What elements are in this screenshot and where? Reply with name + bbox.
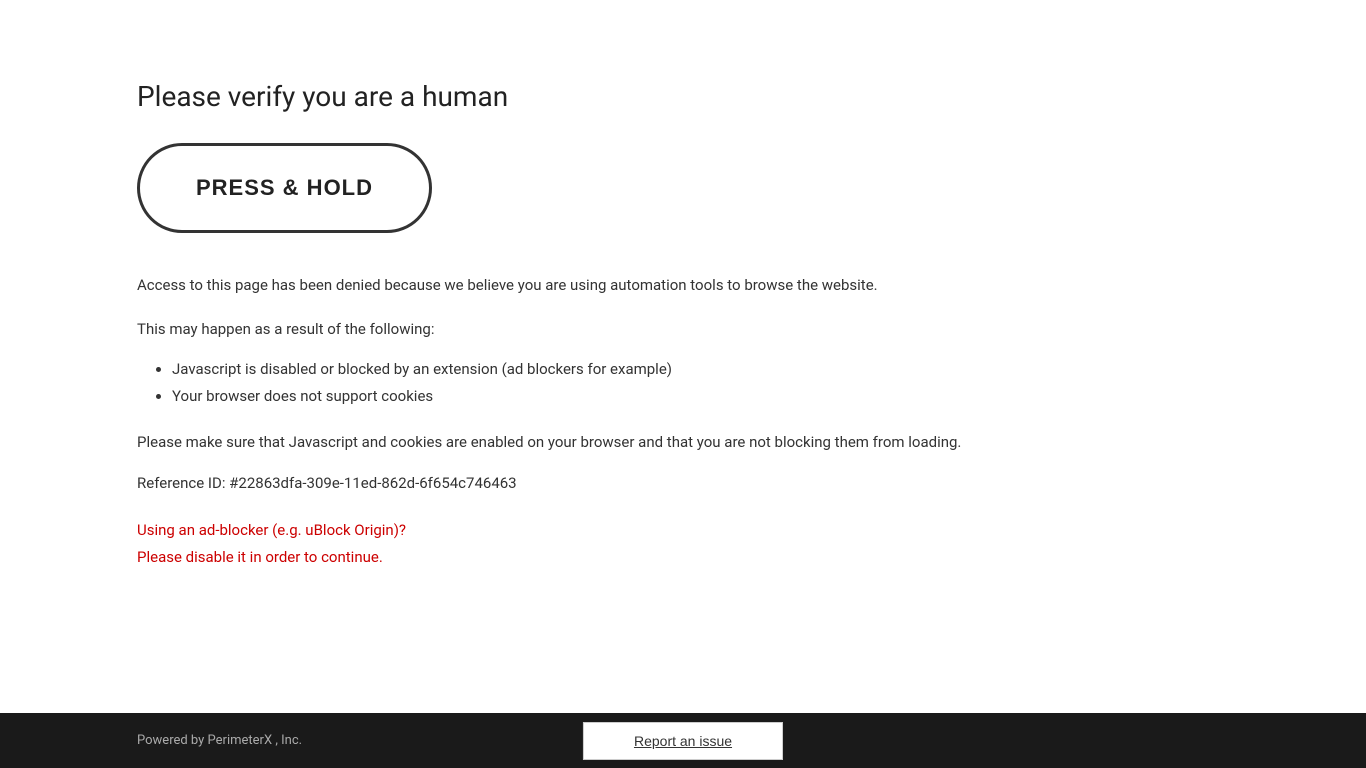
footer: Powered by PerimeterX , Inc. Report an i… bbox=[0, 713, 1366, 768]
press-hold-button[interactable]: PRESS & HOLD bbox=[137, 143, 432, 233]
make-sure-text: Please make sure that Javascript and coo… bbox=[137, 430, 1037, 454]
reference-id: Reference ID: #22863dfa-309e-11ed-862d-6… bbox=[137, 474, 1366, 492]
footer-powered-by: Powered by PerimeterX , Inc. bbox=[0, 733, 302, 748]
adblocker-line1: Using an ad-blocker (e.g. uBlock Origin)… bbox=[137, 517, 1366, 544]
reason-javascript: Javascript is disabled or blocked by an … bbox=[172, 356, 1366, 383]
report-issue-button[interactable]: Report an issue bbox=[583, 722, 783, 760]
may-happen-text: This may happen as a result of the follo… bbox=[137, 317, 937, 341]
main-content: Please verify you are a human PRESS & HO… bbox=[0, 0, 1366, 713]
description-text: Access to this page has been denied beca… bbox=[137, 273, 937, 297]
reasons-list: Javascript is disabled or blocked by an … bbox=[137, 356, 1366, 410]
adblocker-line2: Please disable it in order to continue. bbox=[137, 544, 1366, 571]
adblocker-section: Using an ad-blocker (e.g. uBlock Origin)… bbox=[137, 517, 1366, 571]
press-hold-label: PRESS & HOLD bbox=[196, 175, 373, 201]
reason-cookies: Your browser does not support cookies bbox=[172, 383, 1366, 410]
page-title: Please verify you are a human bbox=[137, 80, 1366, 113]
